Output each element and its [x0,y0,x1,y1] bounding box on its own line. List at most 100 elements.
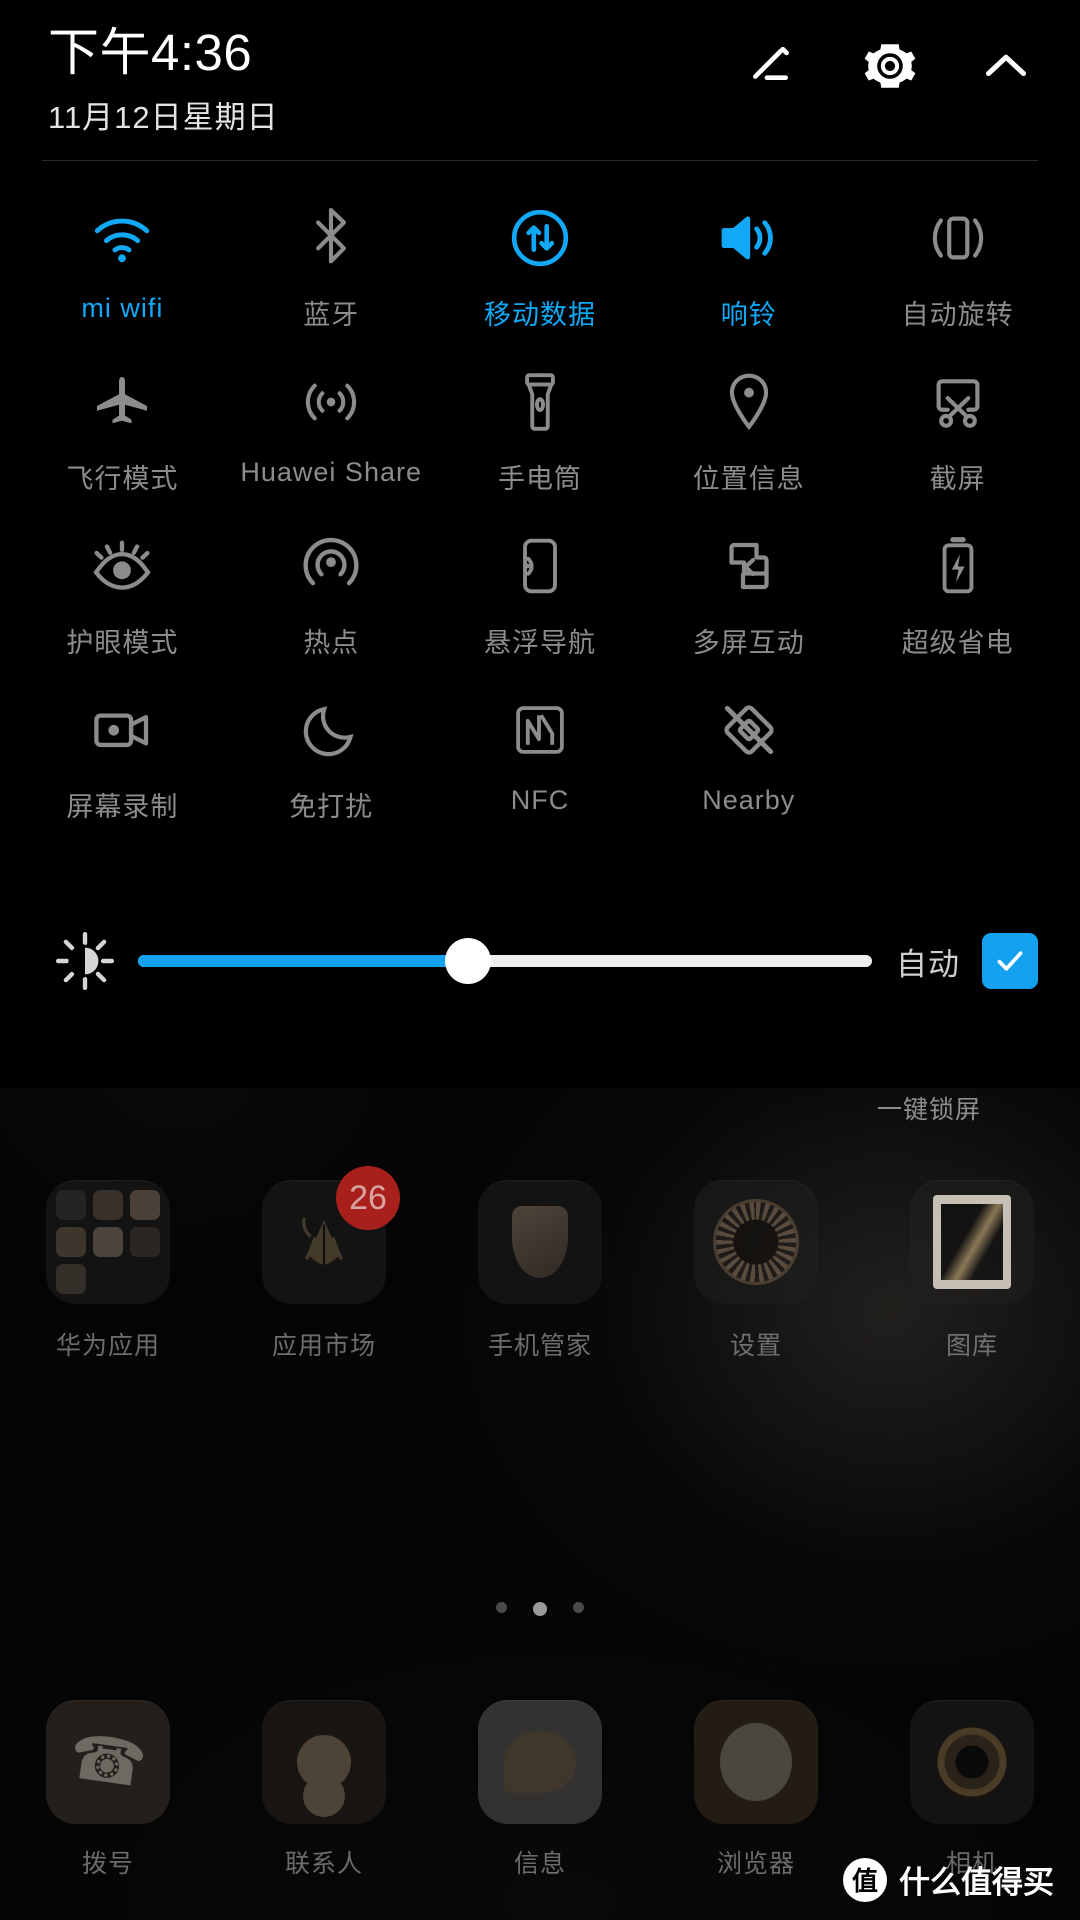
phone-icon[interactable]: ☎ [46,1700,170,1824]
contacts-icon[interactable] [262,1700,386,1824]
browser-icon[interactable] [694,1700,818,1824]
app-grid: 华为应用 26 应用市场 手机管家 设置 图库 [0,1166,1080,1362]
app-item-phone-manager[interactable]: 手机管家 [432,1180,648,1362]
floating-nav-icon [518,533,562,599]
ultra-power-save-icon [936,533,980,599]
huawei-share-icon [300,369,362,435]
multi-screen-icon [719,533,779,599]
tile-hotspot[interactable]: 热点 [227,515,436,679]
page-dot-active[interactable] [533,1602,547,1616]
tile-label: 蓝牙 [303,300,360,330]
dock-item-camera[interactable]: 相机 [864,1700,1080,1880]
tile-screenshot[interactable]: 截屏 [853,351,1062,515]
camera-icon[interactable] [910,1700,1034,1824]
quick-settings-panel: 下午4:36 11月12日星期日 mi wifi 蓝牙 移动数据 响铃 自动旋转… [0,0,1080,1088]
tile-eye-comfort[interactable]: 护眼模式 [18,515,227,679]
tile-label: Huawei Share [240,457,422,487]
tile-label: 飞行模式 [66,464,179,494]
phone-manager-icon[interactable] [478,1180,602,1304]
dock-label: 联系人 [284,1850,363,1878]
auto-brightness-label: 自动 [896,946,960,982]
watermark-badge: 值 [843,1857,887,1902]
auto-rotate-icon [927,205,989,271]
tile-label: Nearby [702,785,796,815]
photo-glyph [933,1195,1011,1289]
do-not-disturb-icon [302,697,360,763]
bluetooth-icon [308,205,354,271]
tile-huawei-share[interactable]: Huawei Share [227,351,436,515]
tile-label: 位置信息 [692,464,805,494]
tile-ultra-power-save[interactable]: 超级省电 [853,515,1062,679]
mobile-data-icon [509,205,571,271]
auto-brightness-checkbox[interactable] [982,933,1038,989]
dock-item-messages[interactable]: 信息 [432,1700,648,1880]
dock-item-browser[interactable]: 浏览器 [648,1700,864,1880]
brightness-control: 自动 [0,930,1080,992]
tile-auto-rotate[interactable]: 自动旋转 [853,187,1062,351]
notification-badge: 26 [336,1166,400,1230]
page-dot[interactable] [573,1602,584,1613]
tile-label: 热点 [303,628,360,658]
appgallery-icon[interactable]: 26 [262,1166,400,1304]
app-label: 设置 [729,1332,782,1360]
dock-label: 信息 [513,1850,566,1878]
edit-icon[interactable] [742,34,806,98]
folder-icon[interactable] [46,1180,170,1304]
app-label: 华为应用 [55,1332,160,1360]
tile-do-not-disturb[interactable]: 免打扰 [227,679,436,843]
messages-icon[interactable] [478,1700,602,1824]
tile-multi-screen[interactable]: 多屏互动 [644,515,853,679]
dock: ☎ 拨号 联系人 信息 浏览器 相机 [0,1700,1080,1880]
tile-flashlight[interactable]: 手电筒 [436,351,645,515]
tile-ringer[interactable]: 响铃 [644,187,853,351]
tile-label: 自动旋转 [901,300,1014,330]
tile-mobile-data[interactable]: 移动数据 [436,187,645,351]
status-date: 11月12日星期日 [48,99,279,135]
tile-airplane-mode[interactable]: 飞行模式 [18,351,227,515]
gear-glyph [713,1199,799,1285]
tile-nfc[interactable]: NFC [436,679,645,843]
tile-label: mi wifi [81,293,164,323]
tile-label: 移动数据 [483,300,596,330]
tile-bluetooth[interactable]: 蓝牙 [227,187,436,351]
tile-location[interactable]: 位置信息 [644,351,853,515]
tile-label: 屏幕录制 [66,792,179,822]
brightness-slider-knob[interactable] [445,938,492,984]
lock-screen-widget[interactable]: 一键锁屏 [814,994,1044,1126]
tile-floating-nav[interactable]: 悬浮导航 [436,515,645,679]
app-item-appgallery[interactable]: 26 应用市场 [216,1166,432,1362]
airplane-icon [91,369,153,435]
tile-screen-record[interactable]: 屏幕录制 [18,679,227,843]
panel-header: 下午4:36 11月12日星期日 [0,0,1080,152]
app-item-huawei-apps[interactable]: 华为应用 [0,1180,216,1362]
tile-row: 屏幕录制 免打扰 NFC Nearby [18,679,1062,843]
tile-label: 悬浮导航 [483,628,596,658]
tile-nearby[interactable]: Nearby [644,679,853,843]
gallery-icon[interactable] [910,1180,1034,1304]
tiles-container: mi wifi 蓝牙 移动数据 响铃 自动旋转 飞行模式 Huawei Shar… [0,161,1080,843]
chevron-up-icon[interactable] [974,34,1038,98]
tile-wifi[interactable]: mi wifi [18,187,227,351]
shield-glyph [512,1206,568,1278]
page-indicator [0,1602,1080,1616]
page-dot[interactable] [496,1602,507,1613]
tile-label: 多屏互动 [692,628,805,658]
app-label: 手机管家 [487,1332,592,1360]
dock-item-dialer[interactable]: ☎ 拨号 [0,1700,216,1880]
dock-label: 拨号 [81,1850,134,1878]
panel-header-actions [742,34,1038,98]
app-label: 图库 [945,1332,998,1360]
eye-comfort-icon [89,533,155,599]
tile-label: 超级省电 [901,628,1014,658]
app-item-settings[interactable]: 设置 [648,1180,864,1362]
flashlight-icon [518,369,562,435]
screen-record-icon [90,697,154,763]
settings-icon[interactable] [694,1180,818,1304]
dock-item-contacts[interactable]: 联系人 [216,1700,432,1880]
hotspot-icon [300,533,362,599]
brightness-slider[interactable] [138,938,872,984]
lock-widget-label: 一键锁屏 [876,1096,981,1124]
gear-icon[interactable] [858,34,922,98]
location-pin-icon [724,369,774,435]
app-item-gallery[interactable]: 图库 [864,1180,1080,1362]
